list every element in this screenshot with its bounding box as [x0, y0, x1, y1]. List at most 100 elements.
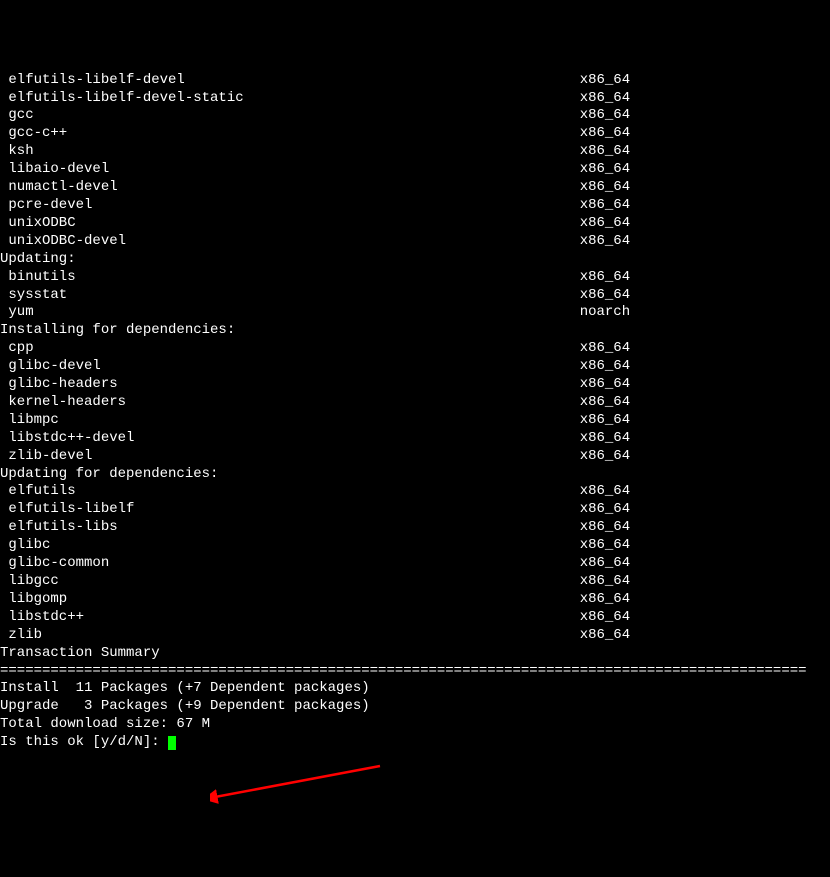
package-arch: noarch: [580, 304, 630, 322]
package-row: elfutils-libelf-devel-staticx86_64: [0, 90, 830, 108]
package-arch: x86_64: [580, 125, 630, 143]
package-row: elfutils-libsx86_64: [0, 519, 830, 537]
package-name: elfutils-libelf-devel: [0, 72, 580, 90]
package-arch: x86_64: [580, 519, 630, 537]
package-name: numactl-devel: [0, 179, 580, 197]
package-row: libmpcx86_64: [0, 412, 830, 430]
package-arch: x86_64: [580, 609, 630, 627]
package-name: glibc-common: [0, 555, 580, 573]
package-name: gcc: [0, 107, 580, 125]
package-name: libgcc: [0, 573, 580, 591]
upgrade-summary: Upgrade 3 Packages (+9 Dependent package…: [0, 698, 830, 716]
package-row: libstdc++x86_64: [0, 609, 830, 627]
package-name: libaio-devel: [0, 161, 580, 179]
package-arch: x86_64: [580, 143, 630, 161]
divider-line: ========================================…: [0, 663, 830, 681]
package-row: binutilsx86_64: [0, 269, 830, 287]
package-name: zlib: [0, 627, 580, 645]
package-name: glibc-headers: [0, 376, 580, 394]
package-arch: x86_64: [580, 627, 630, 645]
prompt-text: Is this ok [y/d/N]:: [0, 734, 168, 750]
package-arch: x86_64: [580, 215, 630, 233]
package-arch: x86_64: [580, 376, 630, 394]
package-row: glibc-develx86_64: [0, 358, 830, 376]
package-row: sysstatx86_64: [0, 287, 830, 305]
package-row: elfutils-libelfx86_64: [0, 501, 830, 519]
package-row: gcc-c++x86_64: [0, 125, 830, 143]
package-row: libstdc++-develx86_64: [0, 430, 830, 448]
annotation-arrow-icon: [210, 764, 390, 824]
package-name: unixODBC-devel: [0, 233, 580, 251]
package-name: pcre-devel: [0, 197, 580, 215]
package-row: unixODBCx86_64: [0, 215, 830, 233]
package-row: kshx86_64: [0, 143, 830, 161]
package-arch: x86_64: [580, 233, 630, 251]
package-row: gccx86_64: [0, 107, 830, 125]
section-updating-deps: Updating for dependencies:: [0, 466, 830, 484]
package-arch: x86_64: [580, 269, 630, 287]
package-arch: x86_64: [580, 555, 630, 573]
package-row: kernel-headersx86_64: [0, 394, 830, 412]
package-arch: x86_64: [580, 197, 630, 215]
package-arch: x86_64: [580, 340, 630, 358]
package-arch: x86_64: [580, 448, 630, 466]
package-arch: x86_64: [580, 573, 630, 591]
package-arch: x86_64: [580, 90, 630, 108]
cursor-icon: [168, 736, 176, 750]
package-row: glibc-headersx86_64: [0, 376, 830, 394]
package-name: libgomp: [0, 591, 580, 609]
package-name: cpp: [0, 340, 580, 358]
package-row: numactl-develx86_64: [0, 179, 830, 197]
package-name: elfutils: [0, 483, 580, 501]
package-row: glibcx86_64: [0, 537, 830, 555]
package-name: kernel-headers: [0, 394, 580, 412]
package-arch: x86_64: [580, 107, 630, 125]
package-name: ksh: [0, 143, 580, 161]
package-arch: x86_64: [580, 72, 630, 90]
package-row: glibc-commonx86_64: [0, 555, 830, 573]
package-arch: x86_64: [580, 179, 630, 197]
package-name: gcc-c++: [0, 125, 580, 143]
package-arch: x86_64: [580, 394, 630, 412]
package-name: libstdc++-devel: [0, 430, 580, 448]
package-row: libgompx86_64: [0, 591, 830, 609]
package-name: zlib-devel: [0, 448, 580, 466]
section-updating: Updating:: [0, 251, 830, 269]
terminal-output: elfutils-libelf-develx86_64 elfutils-lib…: [0, 72, 830, 752]
package-name: unixODBC: [0, 215, 580, 233]
package-row: zlibx86_64: [0, 627, 830, 645]
package-row: zlib-develx86_64: [0, 448, 830, 466]
package-name: elfutils-libelf: [0, 501, 580, 519]
transaction-summary-heading: Transaction Summary: [0, 645, 830, 663]
package-name: glibc: [0, 537, 580, 555]
package-row: pcre-develx86_64: [0, 197, 830, 215]
package-row: libgccx86_64: [0, 573, 830, 591]
package-arch: x86_64: [580, 358, 630, 376]
package-arch: x86_64: [580, 537, 630, 555]
package-arch: x86_64: [580, 161, 630, 179]
package-arch: x86_64: [580, 430, 630, 448]
package-row: cppx86_64: [0, 340, 830, 358]
package-arch: x86_64: [580, 483, 630, 501]
package-name: yum: [0, 304, 580, 322]
section-installing-deps: Installing for dependencies:: [0, 322, 830, 340]
package-name: sysstat: [0, 287, 580, 305]
install-summary: Install 11 Packages (+7 Dependent packag…: [0, 680, 830, 698]
package-row: yumnoarch: [0, 304, 830, 322]
package-row: libaio-develx86_64: [0, 161, 830, 179]
package-row: elfutilsx86_64: [0, 483, 830, 501]
package-name: elfutils-libelf-devel-static: [0, 90, 580, 108]
package-name: libmpc: [0, 412, 580, 430]
package-arch: x86_64: [580, 412, 630, 430]
package-name: elfutils-libs: [0, 519, 580, 537]
download-size: Total download size: 67 M: [0, 716, 830, 734]
package-arch: x86_64: [580, 591, 630, 609]
confirm-prompt[interactable]: Is this ok [y/d/N]:: [0, 734, 830, 752]
package-arch: x86_64: [580, 501, 630, 519]
package-row: unixODBC-develx86_64: [0, 233, 830, 251]
package-name: binutils: [0, 269, 580, 287]
package-arch: x86_64: [580, 287, 630, 305]
package-name: glibc-devel: [0, 358, 580, 376]
package-name: libstdc++: [0, 609, 580, 627]
package-row: elfutils-libelf-develx86_64: [0, 72, 830, 90]
